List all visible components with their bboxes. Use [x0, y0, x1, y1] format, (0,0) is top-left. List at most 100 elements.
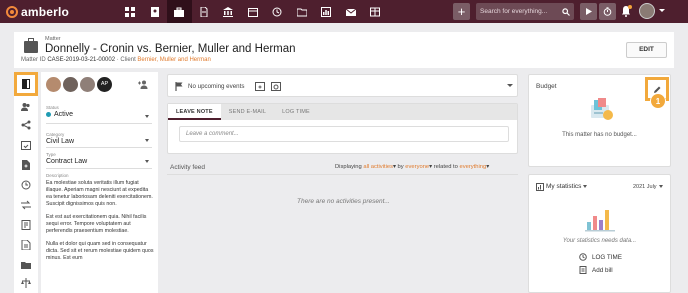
- filter-prefix: Displaying: [335, 164, 362, 170]
- bill-icon: [579, 266, 587, 274]
- time-add-icon[interactable]: [21, 180, 31, 190]
- nav-matters[interactable]: [167, 0, 192, 23]
- user-avatar[interactable]: [639, 3, 655, 19]
- avatar-initials[interactable]: AP: [97, 77, 112, 92]
- statistics-title: My statistics: [546, 183, 582, 190]
- people-icon[interactable]: [21, 102, 31, 112]
- add-user-icon[interactable]: [138, 80, 149, 89]
- calendar-check-icon[interactable]: [21, 140, 31, 150]
- filter-activities-dropdown[interactable]: all activities: [363, 164, 393, 170]
- chart-icon: [321, 6, 332, 17]
- contract-icon[interactable]: [21, 240, 31, 250]
- chevron-down-icon: [145, 160, 149, 163]
- category-field[interactable]: Category Civil Law: [46, 132, 152, 148]
- invoice-icon[interactable]: [21, 220, 31, 230]
- log-time-label: LOG TIME: [592, 253, 622, 261]
- filter-related-dropdown[interactable]: everything: [459, 164, 486, 170]
- nav-time[interactable]: [265, 0, 290, 23]
- briefcase-icon: [24, 38, 38, 53]
- brand-name: amberlo: [21, 4, 70, 19]
- nav-dashboard[interactable]: [118, 0, 143, 23]
- brand-logo[interactable]: amberlo: [0, 5, 118, 19]
- page-title: Donnelly - Cronin vs. Bernier, Muller an…: [45, 43, 296, 55]
- nav-contacts[interactable]: [143, 0, 168, 23]
- logo-mark-icon: [6, 5, 18, 18]
- nav-reports[interactable]: [314, 0, 339, 23]
- meta-separator: ·: [116, 57, 119, 63]
- avatar[interactable]: [63, 77, 78, 92]
- table-icon: [370, 7, 381, 16]
- global-search-input[interactable]: Search for everything...: [476, 3, 574, 20]
- upcoming-events-bar[interactable]: No upcoming events: [167, 74, 518, 97]
- play-icon: [586, 8, 592, 15]
- description-paragraph: Nulla et dolor qui quam sed in consequat…: [46, 241, 154, 261]
- expense-icon[interactable]: [21, 200, 31, 210]
- calendar-clock-icon[interactable]: [271, 81, 281, 91]
- folder-icon: [296, 8, 307, 16]
- budget-card: Budget This matter has no budget...: [528, 74, 671, 167]
- status-value: Active: [46, 111, 152, 118]
- log-time-button[interactable]: LOG TIME: [579, 253, 622, 261]
- statistics-dropdown[interactable]: My statistics: [546, 183, 588, 190]
- chevron-down-icon: [658, 185, 663, 189]
- activity-filter: Displaying all activities▾ by everyone▾ …: [335, 164, 490, 170]
- matter-sidebar: [14, 72, 38, 293]
- chevron-down-icon[interactable]: [659, 9, 665, 12]
- filter-person-dropdown[interactable]: everyone: [405, 164, 429, 170]
- tab-send-email[interactable]: SEND E-MAIL: [221, 104, 274, 120]
- folder-icon[interactable]: [21, 260, 31, 270]
- description-paragraph: Ea molestiae soluta veritatis illum fugi…: [46, 180, 153, 207]
- step-badge: 1: [650, 93, 666, 109]
- add-bill-button[interactable]: Add bill: [579, 266, 613, 274]
- search-icon: [562, 7, 570, 16]
- no-events-label: No upcoming events: [188, 83, 245, 90]
- month-selector[interactable]: 2021 July: [633, 184, 663, 190]
- statistics-illustration-icon: [585, 210, 615, 232]
- tab-leave-note[interactable]: LEAVE NOTE: [168, 104, 221, 120]
- stopwatch-button[interactable]: [599, 3, 616, 20]
- sidebar-item-overview[interactable]: [14, 72, 38, 96]
- document-icon: [200, 6, 208, 17]
- balance-icon[interactable]: [21, 278, 31, 288]
- status-label: Status: [46, 105, 59, 110]
- calendar-add-icon[interactable]: [255, 81, 265, 91]
- quick-add-button[interactable]: +: [453, 3, 470, 20]
- chevron-down-icon[interactable]: [507, 84, 513, 87]
- type-field[interactable]: Type Contract Law: [46, 152, 152, 169]
- composer-tabs: LEAVE NOTE SEND E-MAIL LOG TIME: [168, 104, 517, 120]
- status-text: Active: [54, 111, 74, 118]
- avatar[interactable]: [46, 77, 61, 92]
- comment-input[interactable]: Leave a comment...: [179, 126, 509, 142]
- search-placeholder: Search for everything...: [480, 8, 548, 15]
- stopwatch-icon: [603, 7, 612, 16]
- pencil-icon: [654, 86, 661, 93]
- nav-mail[interactable]: [339, 0, 364, 23]
- filter-by-label: by: [397, 164, 404, 170]
- description-text[interactable]: Ea molestiae soluta veritatis illum fugi…: [46, 180, 154, 268]
- client-label: Client: [120, 57, 136, 63]
- nav-documents[interactable]: [192, 0, 217, 23]
- timer-play-button[interactable]: [580, 3, 597, 20]
- flag-icon: [175, 82, 183, 91]
- nav-settings[interactable]: [363, 0, 388, 23]
- client-link[interactable]: Bernier, Muller and Herman: [137, 57, 210, 63]
- nav-files[interactable]: [290, 0, 315, 23]
- book-icon: [22, 79, 30, 89]
- status-field[interactable]: Status Active: [46, 105, 152, 124]
- main-nav: [118, 0, 388, 23]
- document-add-icon[interactable]: [21, 160, 31, 170]
- edit-button[interactable]: EDIT: [626, 42, 667, 58]
- share-icon[interactable]: [21, 120, 31, 130]
- bank-icon: [223, 6, 234, 17]
- nav-calendar[interactable]: [241, 0, 266, 23]
- grid-icon: [125, 6, 136, 17]
- nav-billing[interactable]: [216, 0, 241, 23]
- description-paragraph: Est est aut exercitationem quia. Nihil f…: [46, 214, 147, 234]
- avatar[interactable]: [80, 77, 95, 92]
- clock-icon: [579, 253, 587, 261]
- tab-log-time[interactable]: LOG TIME: [274, 104, 318, 120]
- statistics-empty-message: Your statistics needs data...: [562, 238, 637, 244]
- add-bill-label: Add bill: [592, 266, 613, 274]
- matter-type-tag: Matter: [45, 36, 61, 42]
- matter-header: Matter Donnelly - Cronin vs. Bernier, Mu…: [14, 32, 674, 68]
